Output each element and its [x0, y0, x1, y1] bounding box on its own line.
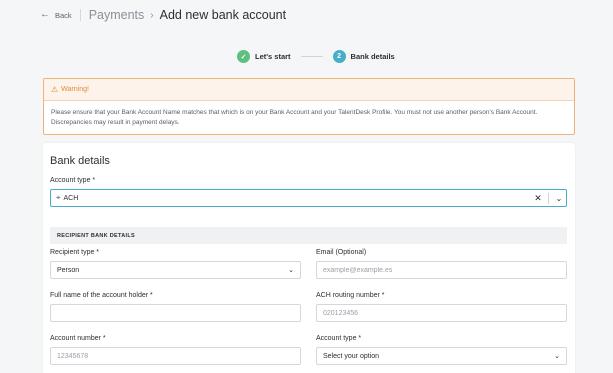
warning-title: Warning! — [61, 86, 89, 93]
warning-message: Please ensure that your Bank Account Nam… — [51, 109, 538, 126]
account-type-2-select[interactable]: Select your option ⌄ — [316, 347, 567, 365]
chevron-down-icon: ⌄ — [554, 353, 560, 360]
warning-box: ⚠ Warning! Please ensure that your Bank … — [43, 78, 575, 135]
chevron-down-icon[interactable]: ⌄ — [552, 194, 566, 203]
step-lets-start: ✓ Let's start — [237, 50, 291, 63]
routing-number-input[interactable] — [316, 304, 567, 322]
section-header-label: RECIPIENT BANK DETAILS — [57, 232, 136, 239]
header: ← Back Payments › Add new bank account — [40, 6, 286, 24]
step-label: Bank details — [350, 52, 395, 61]
section-header: RECIPIENT BANK DETAILS — [50, 227, 567, 244]
chevron-right-icon: › — [150, 9, 154, 21]
bank-details-card: Bank details Account type * ⌖ ACH ✕ ⌄ RE… — [43, 143, 575, 373]
page-title: Add new bank account — [159, 8, 287, 22]
back-label: Back — [55, 10, 72, 20]
holder-name-input[interactable] — [50, 304, 301, 322]
header-divider — [79, 9, 81, 21]
account-type-2-label: Account type * — [316, 335, 362, 342]
step-connector — [300, 56, 323, 57]
holder-name-label: Full name of the account holder * — [50, 292, 153, 299]
step-number-badge: 2 — [332, 50, 346, 63]
email-label: Email (Optional) — [316, 249, 367, 256]
account-type-label: Account type * — [50, 177, 96, 184]
stepper: ✓ Let's start 2 Bank details — [237, 50, 395, 63]
step-label: Let's start — [255, 52, 291, 61]
step-bank-details: 2 Bank details — [332, 50, 395, 63]
recipient-type-select[interactable]: Person ⌄ — [50, 261, 301, 279]
recipient-type-value: Person — [57, 266, 80, 274]
warning-header: ⚠ Warning! — [44, 79, 574, 101]
email-input[interactable] — [316, 261, 567, 279]
check-icon: ✓ — [237, 50, 250, 63]
account-type-2-value: Select your option — [323, 352, 380, 360]
select-divider — [548, 192, 549, 204]
warning-triangle-icon: ⚠ — [51, 85, 59, 94]
account-number-label: Account number * — [50, 335, 106, 342]
location-pin-icon: ⌖ — [56, 193, 61, 202]
recipient-type-label: Recipient type * — [50, 249, 100, 256]
back-link[interactable]: ← Back — [40, 10, 72, 20]
account-type-value: ACH — [63, 194, 79, 202]
breadcrumb-payments[interactable]: Payments — [89, 8, 145, 22]
chevron-down-icon: ⌄ — [288, 267, 294, 274]
arrow-left-icon: ← — [40, 9, 50, 20]
account-number-input[interactable] — [50, 347, 301, 365]
card-title: Bank details — [50, 155, 110, 167]
close-icon[interactable]: ✕ — [531, 193, 545, 204]
routing-number-label: ACH routing number * — [316, 292, 385, 299]
account-type-select[interactable]: ⌖ ACH ✕ ⌄ — [50, 189, 567, 207]
